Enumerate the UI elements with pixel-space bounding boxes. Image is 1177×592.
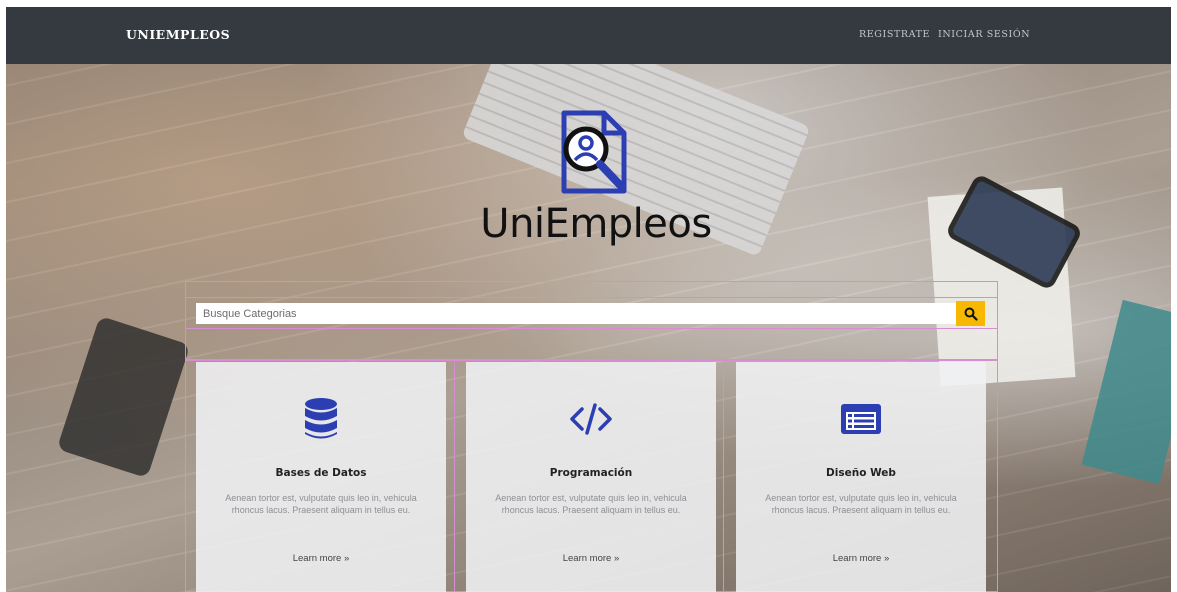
category-card-databases[interactable]: Bases de Datos Aenean tortor est, vulput… xyxy=(196,362,446,592)
category-card-programming[interactable]: Programación Aenean tortor est, vulputat… xyxy=(466,362,716,592)
card-icon-wrap xyxy=(466,397,716,442)
list-window-icon xyxy=(841,404,881,434)
search-bar xyxy=(193,298,993,328)
learn-more-link[interactable]: Learn more » xyxy=(466,553,716,564)
search-input[interactable] xyxy=(196,303,956,324)
register-link[interactable]: REGISTRATE xyxy=(859,29,930,40)
code-icon xyxy=(570,403,612,435)
page-frame: UNIEMPLEOS REGISTRATE INICIAR SESIÓN Uni… xyxy=(6,7,1171,592)
background-tablet xyxy=(56,315,191,479)
card-description: Aenean tortor est, vulputate quis leo in… xyxy=(225,493,417,515)
background-phone xyxy=(944,172,1084,292)
learn-more-link[interactable]: Learn more » xyxy=(736,553,986,564)
logo-text: UniEmpleos xyxy=(480,201,712,247)
card-icon-wrap xyxy=(736,397,986,442)
card-title: Bases de Datos xyxy=(275,467,367,479)
search-icon xyxy=(964,307,978,321)
nav-links: REGISTRATE INICIAR SESIÓN xyxy=(859,29,1030,40)
learn-more-link[interactable]: Learn more » xyxy=(196,553,446,564)
top-navbar: UNIEMPLEOS REGISTRATE INICIAR SESIÓN xyxy=(6,7,1171,64)
card-title: Diseño Web xyxy=(826,467,896,479)
background-book xyxy=(1081,299,1171,485)
search-button[interactable] xyxy=(956,301,985,326)
document-user-search-icon xyxy=(561,110,627,194)
brand-link[interactable]: UNIEMPLEOS xyxy=(126,27,230,42)
card-description: Aenean tortor est, vulputate quis leo in… xyxy=(495,493,687,515)
login-link[interactable]: INICIAR SESIÓN xyxy=(938,29,1030,40)
database-icon xyxy=(305,398,337,439)
card-description: Aenean tortor est, vulputate quis leo in… xyxy=(765,493,957,515)
card-icon-wrap xyxy=(196,397,446,442)
category-card-web-design[interactable]: Diseño Web Aenean tortor est, vulputate … xyxy=(736,362,986,592)
card-title: Programación xyxy=(549,467,633,479)
site-logo: UniEmpleos xyxy=(461,105,731,250)
